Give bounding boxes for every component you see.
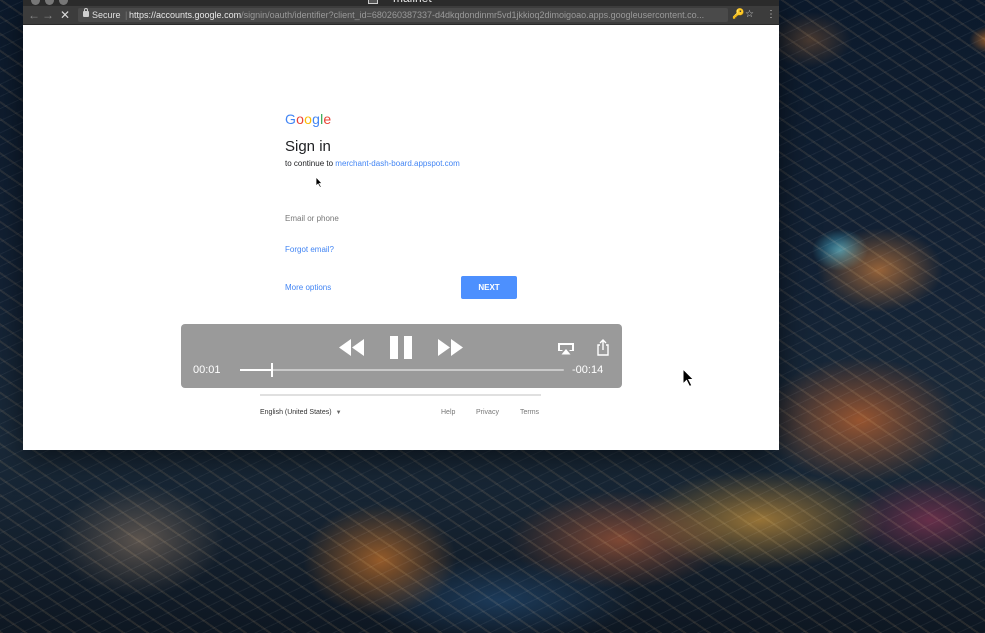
url-text[interactable]: https://accounts.google.com/signin/oauth… [129, 8, 704, 22]
window-title-icon [368, 0, 378, 4]
logo-letter: o [296, 111, 305, 127]
elapsed-time: 00:01 [193, 364, 221, 376]
fast-forward-icon[interactable] [437, 339, 463, 356]
continue-prefix: to continue to [285, 159, 334, 168]
video-controller: 00:01 -00:14 [181, 324, 622, 388]
secure-label: Secure [92, 10, 121, 20]
more-options-link[interactable]: More options [285, 283, 331, 292]
privacy-link[interactable]: Privacy [476, 409, 499, 416]
logo-letter: e [323, 111, 332, 127]
next-button[interactable]: NEXT [461, 276, 517, 299]
forgot-email-link[interactable]: Forgot email? [285, 245, 334, 254]
language-selector[interactable]: English (United States) ▼ [260, 409, 342, 416]
share-icon[interactable] [596, 339, 610, 356]
google-logo: Google [285, 111, 331, 127]
forward-arrow-icon[interactable]: → [42, 8, 54, 22]
mouse-pointer-icon [682, 368, 695, 388]
browser-toolbar: ← → ✕ Secure | https://accounts.google.c… [23, 6, 779, 25]
seek-handle[interactable] [271, 363, 274, 377]
seek-bar-progress [240, 369, 273, 371]
seek-bar[interactable] [240, 363, 564, 377]
url-rest: /signin/oauth/identifier?client_id=68026… [241, 10, 705, 20]
continue-link[interactable]: merchant-dash-board.appspot.com [335, 159, 460, 168]
address-separator: | [125, 10, 128, 20]
continue-to-line: to continue to merchant-dash-board.appsp… [285, 159, 460, 168]
page-title: Sign in [285, 138, 331, 155]
zoom-window-button[interactable] [59, 0, 68, 5]
star-icon[interactable]: ☆ [745, 8, 754, 22]
remaining-time: -00:14 [572, 364, 604, 376]
chevron-down-icon: ▼ [335, 410, 342, 416]
kebab-menu-icon[interactable]: ⋮ [766, 8, 776, 22]
url-base: https://accounts.google.com [129, 10, 242, 20]
logo-letter: g [312, 111, 321, 127]
logo-letter: G [285, 111, 297, 127]
airplay-icon[interactable] [557, 342, 575, 355]
rewind-icon[interactable] [339, 339, 365, 356]
lock-icon [83, 8, 89, 17]
minimize-window-button[interactable] [45, 0, 54, 5]
help-link[interactable]: Help [441, 409, 455, 416]
pause-icon[interactable] [390, 336, 413, 359]
window-title: mailnet [393, 0, 432, 5]
mouse-cursor-icon [315, 176, 323, 188]
terms-link[interactable]: Terms [520, 409, 539, 416]
logo-letter: o [304, 111, 313, 127]
extension-icon[interactable]: 🔑 [732, 8, 744, 22]
stop-loading-icon[interactable]: ✕ [60, 8, 70, 22]
address-bar[interactable]: Secure | https://accounts.google.com/sig… [78, 8, 728, 22]
footer-divider [260, 394, 541, 396]
email-field[interactable]: Email or phone [285, 214, 339, 223]
close-window-button[interactable] [31, 0, 40, 5]
language-label: English (United States) [260, 409, 332, 416]
back-arrow-icon[interactable]: ← [28, 8, 40, 22]
